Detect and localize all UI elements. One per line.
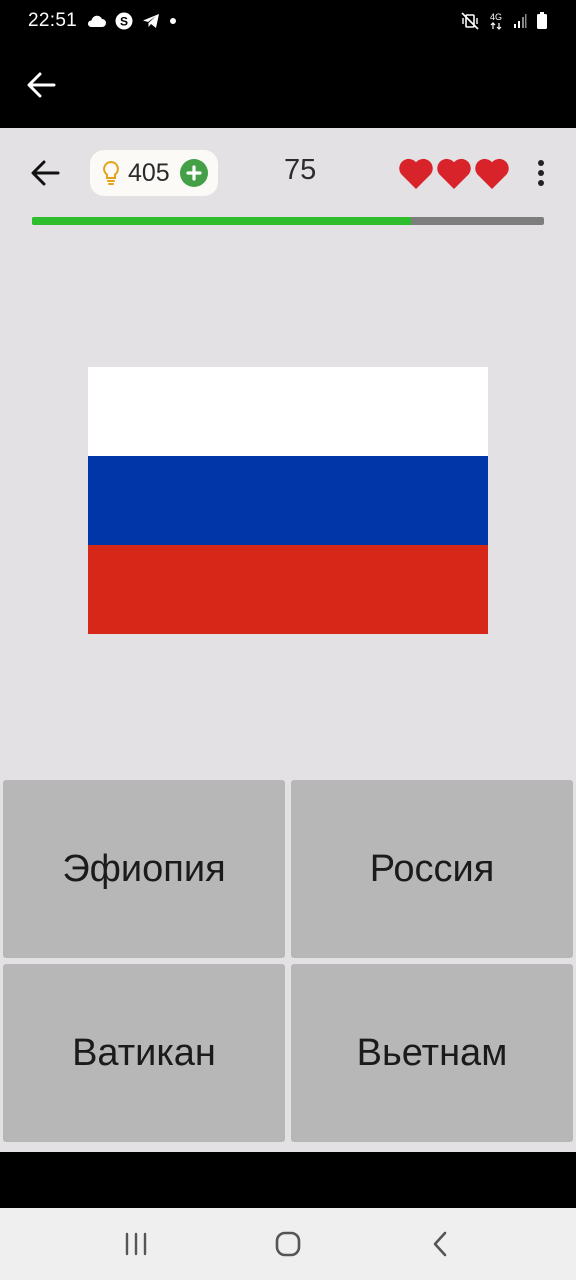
add-hints-icon[interactable] xyxy=(179,159,208,187)
skype-icon: S xyxy=(115,12,133,30)
lives xyxy=(398,156,510,190)
hints-count: 405 xyxy=(128,158,170,187)
game-area: 405 75 Эфиопия Россия Ватикан Вьетнам xyxy=(0,128,576,1152)
back-button[interactable] xyxy=(28,156,62,190)
home-button[interactable] xyxy=(258,1214,318,1274)
flag-stripe-top xyxy=(88,367,488,456)
answer-button-1[interactable]: Эфиопия xyxy=(3,780,285,958)
answer-button-2[interactable]: Россия xyxy=(291,780,573,958)
heart-icon xyxy=(437,158,471,189)
svg-text:S: S xyxy=(120,15,128,29)
menu-dot xyxy=(538,170,544,176)
lightbulb-icon xyxy=(102,160,120,186)
answer-button-3[interactable]: Ватикан xyxy=(3,964,285,1142)
network-label: 4G xyxy=(490,12,502,22)
status-time: 22:51 xyxy=(28,10,78,31)
flag-stripe-middle xyxy=(88,456,488,545)
system-nav-bar xyxy=(0,1208,576,1280)
back-arrow-icon xyxy=(31,160,60,186)
telegram-icon xyxy=(142,13,160,29)
heart-icon xyxy=(475,158,509,189)
dot-icon xyxy=(169,17,177,25)
answer-button-4[interactable]: Вьетнам xyxy=(291,964,573,1142)
hints-button[interactable]: 405 xyxy=(90,150,218,196)
status-right: 4G xyxy=(461,11,548,31)
cloud-icon xyxy=(86,14,107,28)
battery-icon xyxy=(536,12,548,30)
status-bar: 22:51 S 4G xyxy=(0,0,576,42)
arrow-left-icon[interactable] xyxy=(26,72,56,98)
progress-fill xyxy=(32,217,411,225)
flag-stripe-bottom xyxy=(88,545,488,634)
4g-icon: 4G xyxy=(488,11,504,31)
heart-icon xyxy=(399,158,433,189)
menu-dot xyxy=(538,160,544,166)
progress-bar xyxy=(32,217,544,225)
score: 75 xyxy=(284,154,317,186)
home-icon xyxy=(275,1231,301,1257)
overflow-menu-button[interactable] xyxy=(528,156,554,190)
signal-icon xyxy=(513,13,527,29)
menu-dot xyxy=(538,180,544,186)
game-header: 405 75 xyxy=(0,128,576,225)
mute-vibrate-icon xyxy=(461,12,479,30)
recent-apps-icon xyxy=(125,1232,147,1256)
recent-apps-button[interactable] xyxy=(106,1214,166,1274)
chevron-left-icon xyxy=(433,1231,447,1257)
answer-grid: Эфиопия Россия Ватикан Вьетнам xyxy=(0,778,576,1142)
flag-image xyxy=(88,367,488,634)
status-left: 22:51 S xyxy=(28,10,177,32)
app-bar xyxy=(0,42,576,128)
phone-screen: 22:51 S 4G 405 75 Эфиопия Россия Ватикан… xyxy=(0,0,576,1280)
system-back-button[interactable] xyxy=(410,1214,470,1274)
